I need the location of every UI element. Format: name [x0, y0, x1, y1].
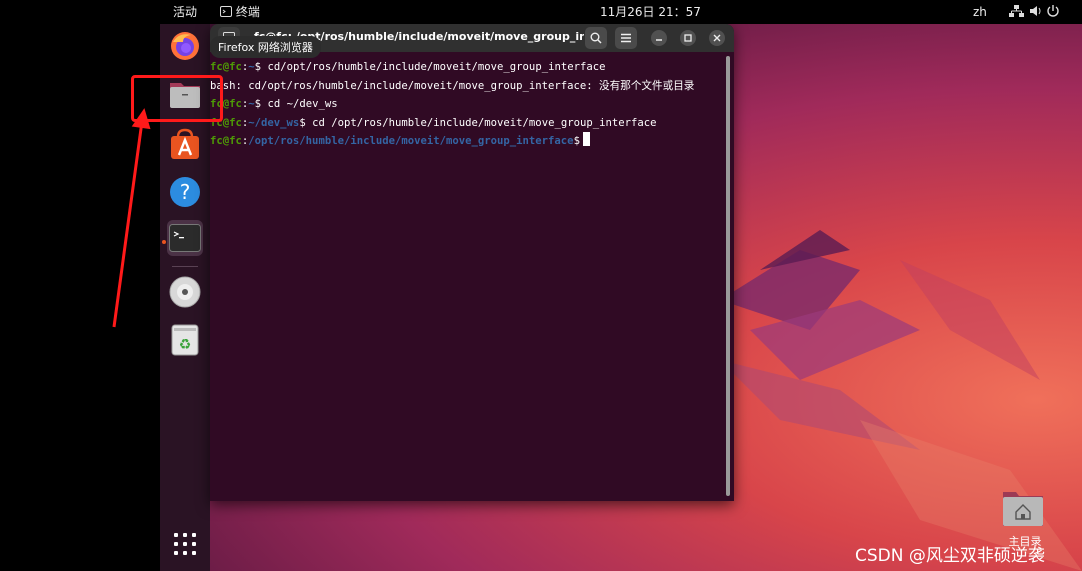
annotation-arrow [112, 108, 151, 328]
watermark: CSDN @风尘双非硕逆袭 [855, 546, 1045, 566]
